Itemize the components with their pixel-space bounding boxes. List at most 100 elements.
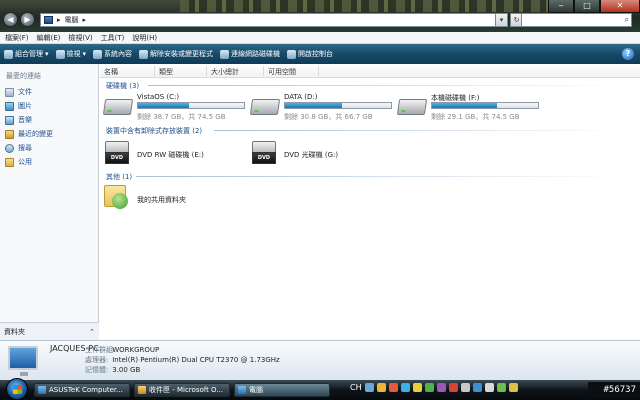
computer-icon bbox=[44, 16, 53, 24]
views-button[interactable]: 檢視 ▾ bbox=[55, 49, 87, 59]
detail-row-workgroup: 工作群組: WORKGROUP bbox=[85, 346, 160, 354]
column-separator[interactable] bbox=[318, 66, 319, 76]
group-title-hard-disks[interactable]: 硬碟機 (3) bbox=[106, 81, 139, 91]
drive-free-space: 剩餘 29.1 GB，共 74.5 GB bbox=[431, 113, 520, 121]
menu-tools[interactable]: 工具(T) bbox=[101, 33, 125, 43]
battery-icon[interactable] bbox=[496, 383, 506, 392]
input-method-icon[interactable] bbox=[364, 383, 374, 392]
column-type[interactable]: 類型 bbox=[159, 67, 173, 77]
chevron-up-icon: ⌃ bbox=[89, 327, 95, 336]
sidebar-item-public[interactable]: 公用 bbox=[5, 157, 32, 167]
dvd-drive-item[interactable]: DVD DVD RW 磁碟機 (E:) bbox=[104, 140, 244, 168]
system-properties-button[interactable]: 系統內容 bbox=[93, 49, 132, 59]
drive-item[interactable]: 本機磁碟機 (F:) 剩餘 29.1 GB，共 74.5 GB bbox=[396, 93, 543, 121]
dvd-drive-icon: DVD bbox=[104, 140, 130, 166]
uninstall-program-button[interactable]: 解除安裝或變更程式 bbox=[139, 49, 213, 59]
column-total-size[interactable]: 大小總計 bbox=[211, 67, 239, 77]
chevron-down-icon: ▾ bbox=[45, 50, 49, 58]
group-title-removable-storage[interactable]: 裝置中含有卸除式存放裝置 (2) bbox=[106, 126, 202, 136]
taskbar-item-outlook[interactable]: 收件匣 - Microsoft O... bbox=[134, 383, 230, 397]
start-button[interactable] bbox=[6, 378, 28, 400]
close-button[interactable]: ✕ bbox=[600, 0, 640, 13]
tray-icon-6[interactable] bbox=[436, 383, 446, 392]
users-icon bbox=[112, 193, 128, 209]
column-name[interactable]: 名稱 bbox=[104, 67, 118, 77]
tray-icon-5[interactable] bbox=[424, 383, 434, 392]
mail-icon bbox=[138, 386, 146, 394]
folders-toggle[interactable]: 資料夾 ⌃ bbox=[0, 322, 99, 340]
volume-icon[interactable] bbox=[484, 383, 494, 392]
column-separator[interactable] bbox=[154, 66, 155, 76]
drive-item[interactable]: VistaOS (C:) 剩餘 38.7 GB，共 74.5 GB bbox=[102, 93, 249, 121]
address-location[interactable]: 電腦 bbox=[65, 15, 79, 25]
address-dropdown-icon[interactable]: ▾ bbox=[495, 13, 508, 27]
chevron-down-icon: ▾ bbox=[82, 50, 87, 58]
group-divider bbox=[214, 130, 628, 131]
sidebar-item-pictures[interactable]: 圖片 bbox=[5, 101, 32, 111]
tray-icon-8[interactable] bbox=[460, 383, 470, 392]
drive-free-space: 剩餘 38.7 GB，共 74.5 GB bbox=[137, 113, 226, 121]
search-input[interactable]: ⌕ bbox=[521, 13, 632, 27]
sidebar-item-searches[interactable]: 搜尋 bbox=[5, 143, 32, 153]
sidebar-item-label: 搜尋 bbox=[18, 144, 32, 152]
drive-usage-bar bbox=[431, 102, 539, 109]
menu-edit[interactable]: 編輯(E) bbox=[37, 33, 61, 43]
forward-button[interactable]: ▶ bbox=[20, 12, 35, 27]
network-drive-icon bbox=[220, 49, 230, 59]
sidebar-item-label: 音樂 bbox=[18, 116, 32, 124]
search-icon[interactable]: ⌕ bbox=[625, 15, 629, 25]
organize-button[interactable]: 組合管理 ▾ bbox=[4, 49, 49, 59]
documents-icon bbox=[5, 87, 14, 97]
menu-help[interactable]: 說明(H) bbox=[132, 33, 157, 43]
drive-item[interactable]: DATA (D:) 剩餘 30.8 GB，共 66.7 GB bbox=[249, 93, 396, 121]
uninstall-icon bbox=[139, 49, 149, 59]
control-panel-icon bbox=[287, 49, 297, 59]
map-network-drive-button[interactable]: 連線網路磁碟機 bbox=[220, 49, 280, 59]
open-control-panel-button[interactable]: 開啟控制台 bbox=[287, 49, 333, 59]
clock-watermark: #56737 bbox=[588, 382, 640, 398]
details-pane: JACQUES-PC 工作群組: WORKGROUP 處理器: Intel(R)… bbox=[0, 340, 640, 380]
tray-icon-7[interactable] bbox=[448, 383, 458, 392]
organize-label: 組合管理 bbox=[15, 50, 43, 58]
tray-icon-1[interactable] bbox=[376, 383, 386, 392]
control-panel-label: 開啟控制台 bbox=[298, 50, 334, 58]
tray-icon-4[interactable] bbox=[412, 383, 422, 392]
dvd-drive-item[interactable]: DVD DVD 光碟機 (G:) bbox=[251, 140, 391, 168]
tray-icon-3[interactable] bbox=[400, 383, 410, 392]
language-indicator[interactable]: CH bbox=[350, 383, 362, 392]
address-arrow-2: ▸ bbox=[82, 16, 87, 24]
drive-name: DVD 光碟機 (G:) bbox=[284, 151, 339, 159]
organize-icon bbox=[4, 49, 13, 59]
sidebar-item-music[interactable]: 音樂 bbox=[5, 115, 32, 125]
column-separator[interactable] bbox=[263, 66, 264, 76]
sidebar-item-label: 公用 bbox=[18, 158, 32, 166]
tray-icon-9[interactable] bbox=[508, 383, 518, 392]
menu-view[interactable]: 檢視(V) bbox=[68, 33, 92, 43]
help-icon[interactable]: ? bbox=[622, 48, 634, 60]
tray-icon-2[interactable] bbox=[388, 383, 398, 392]
group-divider bbox=[136, 176, 628, 177]
address-arrow: ▸ bbox=[57, 16, 61, 24]
maximize-button[interactable]: □ bbox=[574, 0, 600, 13]
address-bar[interactable]: ▸ 電腦 ▸ bbox=[40, 13, 500, 27]
sidebar-item-documents[interactable]: 文件 bbox=[5, 87, 32, 97]
taskbar-item-computer[interactable]: 電腦 bbox=[234, 383, 330, 397]
minimize-button[interactable]: ‒ bbox=[548, 0, 574, 13]
group-title-other[interactable]: 其他 (1) bbox=[106, 172, 132, 182]
column-free-space[interactable]: 可用空間 bbox=[268, 67, 296, 77]
sidebar-item-recent-changes[interactable]: 最近的變更 bbox=[5, 129, 53, 139]
hard-disk-icon bbox=[102, 99, 134, 115]
hard-disk-icon bbox=[249, 99, 281, 115]
map-network-drive-label: 連線網路磁碟機 bbox=[231, 50, 281, 58]
shared-folder-item[interactable]: 我的共用資料夾 bbox=[104, 185, 244, 211]
sidebar-item-label: 文件 bbox=[18, 88, 32, 96]
back-button[interactable]: ◀ bbox=[3, 12, 18, 27]
pictures-icon bbox=[5, 101, 14, 111]
drive-usage-fill bbox=[138, 103, 189, 108]
taskbar-item-asus[interactable]: ASUSTeK Computer... bbox=[34, 383, 130, 397]
column-separator[interactable] bbox=[206, 66, 207, 76]
column-header-bar: 名稱 類型 大小總計 可用空間 bbox=[100, 64, 640, 78]
menu-file[interactable]: 檔案(F) bbox=[5, 33, 29, 43]
network-icon[interactable] bbox=[472, 383, 482, 392]
views-label: 檢視 bbox=[66, 50, 81, 58]
